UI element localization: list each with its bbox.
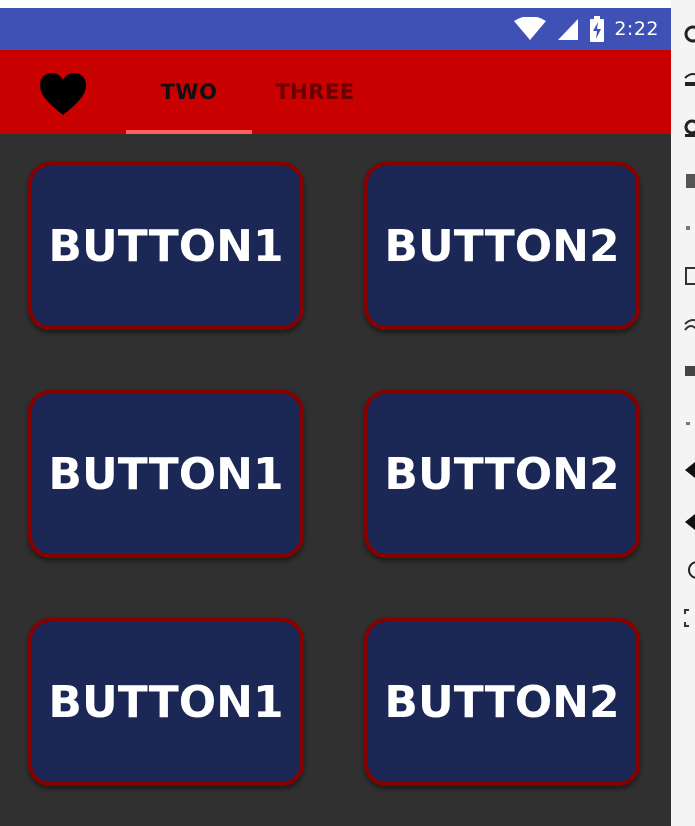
camera-icon[interactable] <box>683 118 695 138</box>
power-icon[interactable] <box>683 24 695 44</box>
button2-row2[interactable]: BUTTON2 <box>364 390 640 558</box>
wifi-icon <box>514 17 547 41</box>
battery-icon[interactable] <box>683 266 695 286</box>
volume-up-icon[interactable] <box>683 218 695 238</box>
tab-two[interactable]: TWO <box>126 50 252 134</box>
button1-row1[interactable]: BUTTON1 <box>28 162 304 330</box>
delete-icon[interactable] <box>683 170 695 190</box>
rotate-icon[interactable] <box>683 512 695 532</box>
app-bar: TWO THREE <box>0 50 671 134</box>
status-bar: 2:22 <box>0 8 671 50</box>
dpad-icon[interactable] <box>683 414 695 434</box>
button2-row3[interactable]: BUTTON2 <box>364 618 640 786</box>
tab-three[interactable]: THREE <box>252 50 378 134</box>
status-icons: 2:22 <box>514 8 659 50</box>
status-clock: 2:22 <box>614 18 659 40</box>
back-icon[interactable] <box>683 560 695 580</box>
heart-icon <box>38 73 88 120</box>
volume-down-icon[interactable] <box>683 460 695 480</box>
button1-row3[interactable]: BUTTON1 <box>28 618 304 786</box>
battery-charging-icon <box>590 16 605 42</box>
cell-signal-icon <box>556 17 580 41</box>
button2-row1[interactable]: BUTTON2 <box>364 162 640 330</box>
emulator-toolbar <box>671 0 695 826</box>
screenshot-icon[interactable] <box>683 608 695 628</box>
tab-heart[interactable] <box>38 72 88 116</box>
device-screen: 2:22 TWO THREE BUTTON1 BUTTON2 BUTTON1 B… <box>0 8 671 826</box>
button1-row2[interactable]: BUTTON1 <box>28 390 304 558</box>
phone-icon[interactable] <box>683 362 695 382</box>
wifi-icon[interactable] <box>683 314 695 334</box>
gps-icon[interactable] <box>683 70 695 90</box>
button-grid: BUTTON1 BUTTON2 BUTTON1 BUTTON2 BUTTON1 … <box>0 134 671 826</box>
